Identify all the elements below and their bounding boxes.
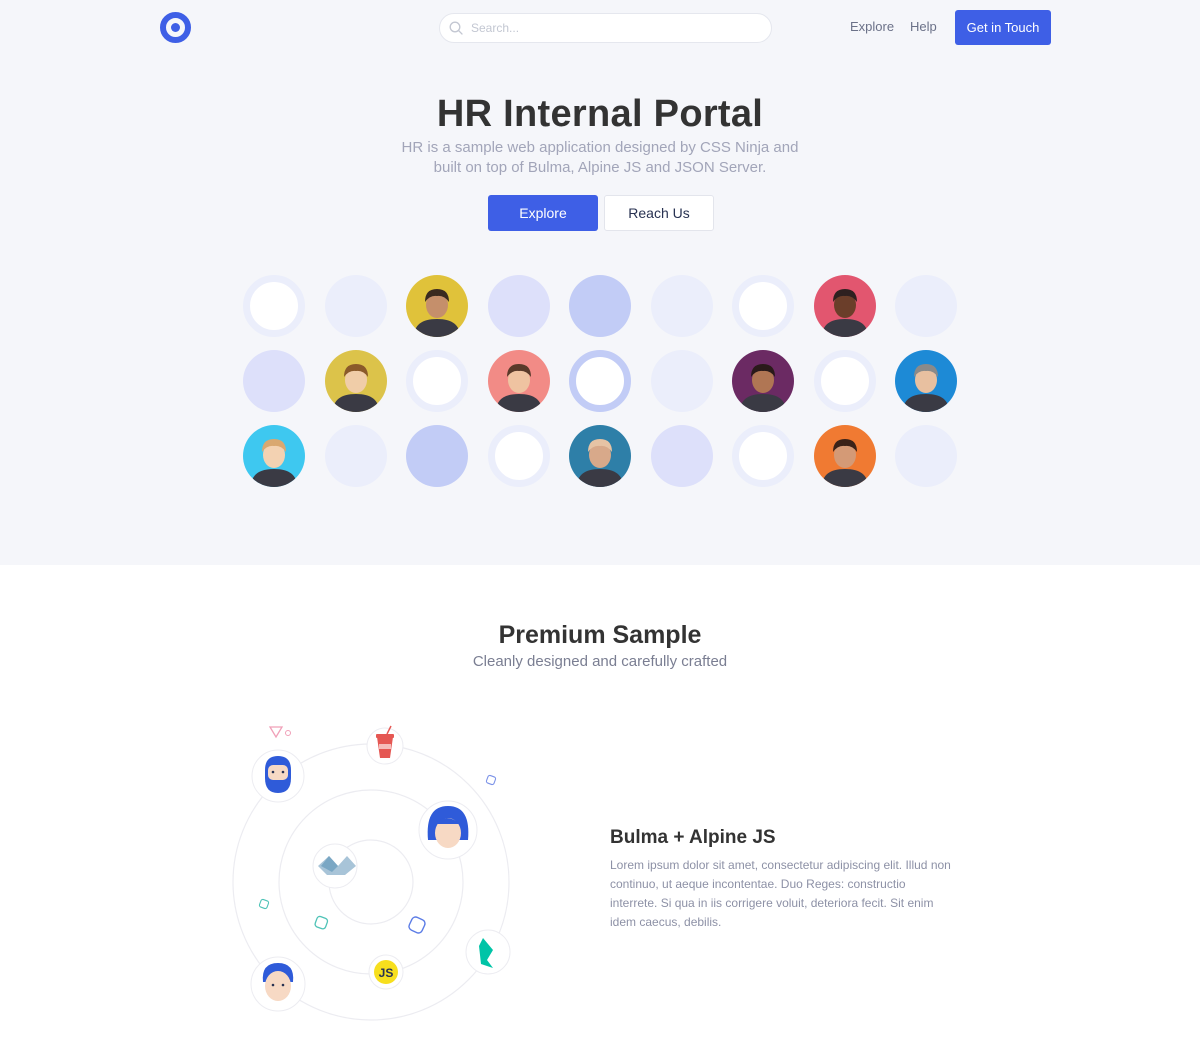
bulma-logo <box>465 929 511 975</box>
bearded-user-avatar <box>251 749 305 803</box>
person-photo-icon <box>732 350 794 412</box>
person-photo-icon <box>406 275 468 337</box>
decorative-circle <box>243 350 305 412</box>
decor-dot-icon <box>285 730 291 736</box>
team-member-avatar[interactable] <box>895 350 957 412</box>
section-title: Premium Sample <box>498 621 702 649</box>
man-user-avatar <box>250 956 306 1012</box>
decorative-circle <box>406 425 468 487</box>
logo-icon[interactable] <box>160 12 191 43</box>
team-member-avatar[interactable] <box>813 275 876 337</box>
search-input[interactable] <box>471 17 761 39</box>
decorative-circle <box>324 275 387 337</box>
decorative-circle <box>650 350 713 412</box>
decorative-circle <box>487 425 550 487</box>
team-member-avatar[interactable] <box>324 350 387 412</box>
decorative-circle <box>813 350 876 412</box>
team-member-avatar[interactable] <box>406 275 468 337</box>
hero-subtitle: HR is a sample web application designed … <box>401 139 799 176</box>
decorative-circle <box>569 350 631 412</box>
person-photo-icon <box>813 275 876 337</box>
search-icon <box>449 21 463 35</box>
reach-us-button[interactable]: Reach Us <box>604 195 714 231</box>
decorative-circle <box>895 425 957 487</box>
feature-title: Bulma + Alpine JS <box>610 827 776 848</box>
decorative-circle <box>732 275 794 337</box>
person-photo-icon <box>243 425 305 487</box>
decorative-circle <box>406 350 468 412</box>
decor-square-icon <box>258 898 270 910</box>
feature-description: Lorem ipsum dolor sit amet, consectetur … <box>610 858 951 929</box>
nav-link-explore[interactable]: Explore <box>850 19 894 35</box>
decor-square-icon <box>485 774 497 786</box>
js-badge-text: JS <box>379 966 394 980</box>
explore-button[interactable]: Explore <box>488 195 598 231</box>
decorative-circle <box>487 275 550 337</box>
woman-user-avatar <box>418 800 478 860</box>
person-photo-icon <box>324 350 387 412</box>
decorative-circle <box>243 275 305 337</box>
search-bar[interactable] <box>439 13 772 43</box>
hero-title: HR Internal Portal <box>436 93 764 135</box>
team-member-avatar[interactable] <box>569 425 631 487</box>
decorative-circle <box>895 275 957 337</box>
vue-logo <box>312 843 358 889</box>
decorative-circle <box>732 425 794 487</box>
person-photo-icon <box>895 350 957 412</box>
soda-cup-icon <box>366 725 404 765</box>
team-member-avatar[interactable] <box>243 425 305 487</box>
hero-section: Explore Help Get in Touch HR Internal Po… <box>0 0 1200 565</box>
decor-square-icon <box>314 915 329 930</box>
section-subtitle: Cleanly designed and carefully crafted <box>472 653 728 670</box>
decor-triangle-icon <box>268 726 284 739</box>
get-in-touch-button[interactable]: Get in Touch <box>955 10 1051 45</box>
team-member-avatar[interactable] <box>487 350 550 412</box>
person-photo-icon <box>813 425 876 487</box>
person-photo-icon <box>487 350 550 412</box>
decorative-circle <box>650 275 713 337</box>
decorative-circle <box>650 425 713 487</box>
js-logo: JS <box>368 954 404 990</box>
logo-dot <box>171 23 180 32</box>
orbit-illustration: JS <box>232 725 511 1021</box>
team-member-avatar[interactable] <box>732 350 794 412</box>
nav-link-help[interactable]: Help <box>910 19 937 35</box>
decor-square-icon <box>408 916 426 934</box>
decorative-circle <box>324 425 387 487</box>
team-member-avatar[interactable] <box>813 425 876 487</box>
decorative-circle <box>569 275 631 337</box>
person-photo-icon <box>569 425 631 487</box>
